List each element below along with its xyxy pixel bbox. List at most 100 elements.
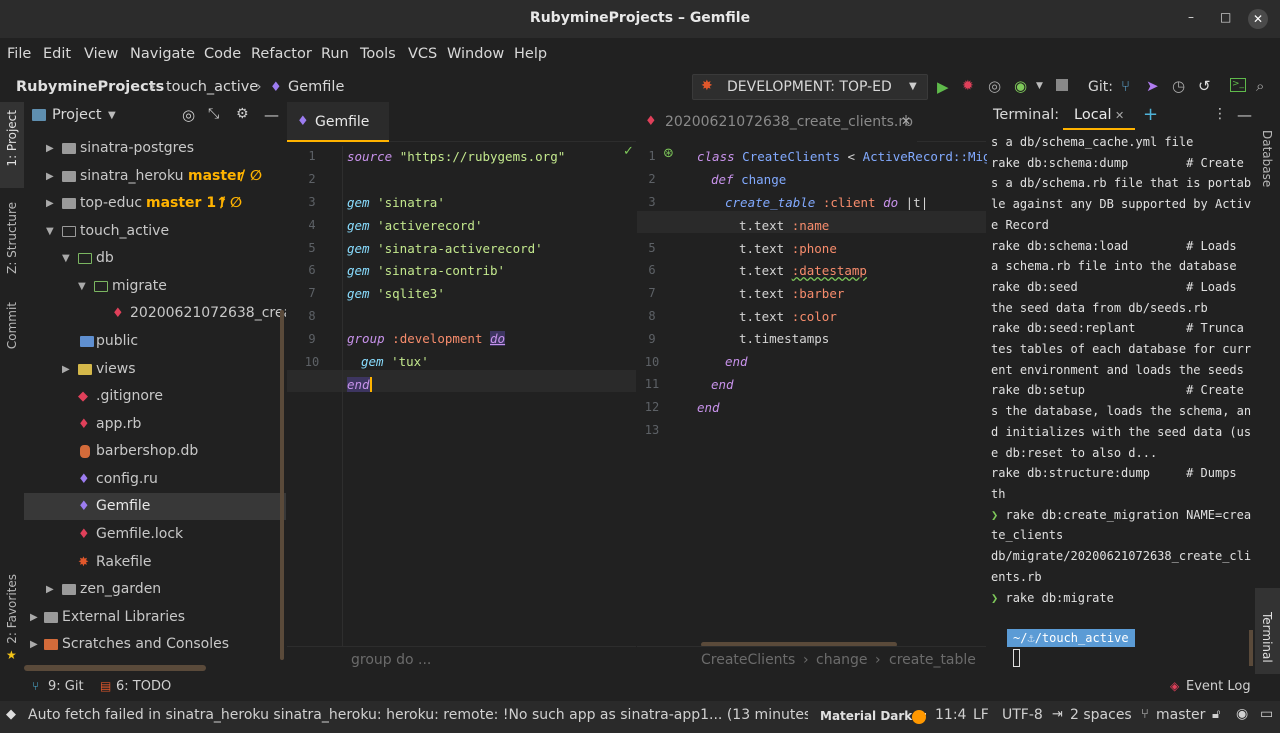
project-title[interactable]: Project bbox=[52, 107, 102, 123]
close-tab-icon[interactable]: ✕ bbox=[901, 114, 911, 128]
breadcrumb-item[interactable]: change bbox=[816, 647, 868, 674]
code-line[interactable]: t.timestamps bbox=[739, 331, 829, 346]
git-push-icon[interactable]: ➤ bbox=[1146, 77, 1159, 95]
tool-commit[interactable]: Commit bbox=[5, 302, 19, 349]
locate-icon[interactable]: ◎ bbox=[182, 106, 195, 124]
tool-project[interactable]: 1: Project bbox=[5, 110, 19, 167]
chevron-right-icon[interactable]: ▶ bbox=[46, 163, 54, 190]
hide-icon[interactable]: — bbox=[1237, 106, 1252, 124]
tree-item-rakefile[interactable]: ✸ Rakefile bbox=[24, 549, 286, 576]
git-branch[interactable]: master bbox=[1156, 707, 1205, 723]
vertical-scrollbar[interactable] bbox=[280, 310, 284, 660]
chevron-down-icon[interactable]: ▼ bbox=[62, 245, 70, 272]
tree-item-gemfile-lock[interactable]: ♦ Gemfile.lock bbox=[24, 521, 286, 548]
coverage-icon[interactable]: ◎ bbox=[988, 77, 1001, 95]
code-line[interactable]: t.text :barber bbox=[739, 286, 844, 301]
tree-item-external-libraries[interactable]: ▶ External Libraries bbox=[24, 604, 286, 631]
maximize-button[interactable]: □ bbox=[1220, 10, 1231, 24]
code-line[interactable]: end bbox=[711, 377, 734, 392]
code-line[interactable]: class CreateClients < ActiveRecord::Migr… bbox=[697, 149, 1021, 164]
chevron-right-icon[interactable]: ▶ bbox=[62, 356, 70, 383]
theme-indicator[interactable]: Material Darker bbox=[820, 709, 926, 723]
chevron-right-icon[interactable]: ▶ bbox=[46, 190, 54, 217]
menu-edit[interactable]: Edit bbox=[43, 46, 71, 62]
tree-item-barbershop-db[interactable]: barbershop.db bbox=[24, 438, 286, 465]
menu-vcs[interactable]: VCS bbox=[408, 46, 437, 62]
chevron-down-icon[interactable]: ▼ bbox=[46, 218, 54, 245]
menu-code[interactable]: Code bbox=[204, 46, 241, 62]
menu-navigate[interactable]: Navigate bbox=[130, 46, 195, 62]
tree-item-migration-file[interactable]: ♦ 20200621072638_create_clients.rb bbox=[24, 300, 286, 327]
menu-window[interactable]: Window bbox=[447, 46, 504, 62]
code-line[interactable]: gem 'sqlite3' bbox=[347, 286, 445, 301]
file-encoding[interactable]: UTF-8 bbox=[1002, 707, 1043, 723]
breadcrumb-folder[interactable]: touch_active bbox=[166, 79, 258, 95]
chevron-right-icon[interactable]: ▶ bbox=[46, 576, 54, 603]
code-line[interactable]: end bbox=[725, 354, 748, 369]
cursor-position[interactable]: 11:4 bbox=[935, 707, 966, 723]
breadcrumb-file[interactable]: Gemfile bbox=[288, 79, 344, 95]
tree-item-sinatra-postgres[interactable]: ▶ sinatra-postgres bbox=[24, 135, 286, 162]
tree-item-gemfile[interactable]: ♦ Gemfile bbox=[24, 493, 286, 520]
run-config-selector[interactable]: ✸ DEVELOPMENT: TOP-ED ▼ bbox=[692, 74, 928, 100]
menu-help[interactable]: Help bbox=[514, 46, 547, 62]
tree-item-config-ru[interactable]: ♦ config.ru bbox=[24, 466, 286, 493]
breadcrumb-item[interactable]: group do ... bbox=[351, 647, 431, 674]
tree-item-touch-active[interactable]: ▼ touch_active bbox=[24, 218, 286, 245]
code-line[interactable]: gem 'tux' bbox=[361, 354, 429, 369]
code-line[interactable]: t.text :phone bbox=[739, 241, 837, 256]
run-migration-icon[interactable]: ⊛ bbox=[663, 146, 674, 161]
tree-item-top-educ[interactable]: ▶ top-educ master 1↑ / ∅ bbox=[24, 190, 286, 217]
hide-icon[interactable]: — bbox=[264, 106, 279, 124]
tool-git[interactable]: 9: Git bbox=[48, 679, 84, 694]
tool-structure[interactable]: Z: Structure bbox=[5, 202, 19, 274]
close-button[interactable]: ✕ bbox=[1248, 9, 1268, 29]
inspector-icon[interactable]: ◉ bbox=[1236, 706, 1248, 722]
stop-icon[interactable] bbox=[1056, 79, 1068, 91]
tool-database[interactable]: Database bbox=[1260, 130, 1274, 187]
code-line[interactable]: gem 'sinatra-contrib' bbox=[347, 263, 505, 278]
chevron-right-icon[interactable]: ▶ bbox=[30, 631, 38, 658]
code-line[interactable]: group :development do bbox=[347, 331, 506, 346]
minimize-button[interactable]: – bbox=[1188, 10, 1194, 24]
tab-gemfile[interactable]: ♦ Gemfile bbox=[287, 102, 389, 142]
code-line[interactable]: t.text :datestamp bbox=[739, 263, 867, 278]
tree-item-zen-garden[interactable]: ▶ zen_garden bbox=[24, 576, 286, 603]
vertical-scrollbar[interactable] bbox=[1249, 630, 1253, 666]
horizontal-scrollbar[interactable] bbox=[24, 665, 206, 671]
dropdown-icon[interactable]: ▼ bbox=[1036, 81, 1043, 91]
chevron-down-icon[interactable]: ▼ bbox=[108, 110, 116, 121]
breadcrumb-item[interactable]: CreateClients bbox=[701, 647, 795, 674]
breadcrumb-root[interactable]: RubymineProjects bbox=[16, 79, 164, 95]
code-line[interactable]: source "https://rubygems.org" bbox=[347, 149, 565, 164]
tree-item-gitignore[interactable]: ◆ .gitignore bbox=[24, 383, 286, 410]
code-line[interactable]: gem 'sinatra' bbox=[347, 195, 445, 210]
tree-item-public[interactable]: public bbox=[24, 328, 286, 355]
chevron-right-icon[interactable]: ▶ bbox=[30, 604, 38, 631]
terminal-icon[interactable]: >_ bbox=[1230, 78, 1246, 92]
tree-item-migrate[interactable]: ▼ migrate bbox=[24, 273, 286, 300]
chevron-down-icon[interactable]: ▼ bbox=[78, 273, 86, 300]
terminal-tab-local[interactable]: Local ✕ bbox=[1063, 102, 1135, 130]
history-icon[interactable]: ◷ bbox=[1172, 77, 1185, 95]
tree-item-app-rb[interactable]: ♦ app.rb bbox=[24, 411, 286, 438]
code-line[interactable]: t.text :color bbox=[739, 309, 837, 324]
menu-refactor[interactable]: Refactor bbox=[251, 46, 312, 62]
more-icon[interactable]: ⋮ bbox=[1213, 106, 1227, 122]
tool-event-log[interactable]: Event Log bbox=[1186, 679, 1251, 694]
code-line[interactable]: gem 'activerecord' bbox=[347, 218, 482, 233]
code-line[interactable]: end bbox=[347, 377, 372, 392]
menu-view[interactable]: View bbox=[84, 46, 118, 62]
lock-icon[interactable]: 🔓︎ bbox=[1212, 707, 1220, 722]
tree-item-views[interactable]: ▶ views bbox=[24, 356, 286, 383]
git-update-icon[interactable]: ⑂ bbox=[1121, 77, 1130, 95]
indent-setting[interactable]: 2 spaces bbox=[1070, 707, 1132, 723]
code-line[interactable]: create_table :client do |t| bbox=[725, 195, 928, 210]
code-line[interactable]: end bbox=[697, 400, 720, 415]
tab-migration[interactable]: ♦ 20200621072638_create_clients.rb ✕ bbox=[637, 102, 917, 142]
tree-item-db[interactable]: ▼ db bbox=[24, 245, 286, 272]
run-icon[interactable]: ▶ bbox=[937, 78, 949, 96]
code-line[interactable]: gem 'sinatra-activerecord' bbox=[347, 241, 543, 256]
tool-favorites[interactable]: 2: Favorites bbox=[5, 574, 19, 644]
menu-run[interactable]: Run bbox=[321, 46, 349, 62]
